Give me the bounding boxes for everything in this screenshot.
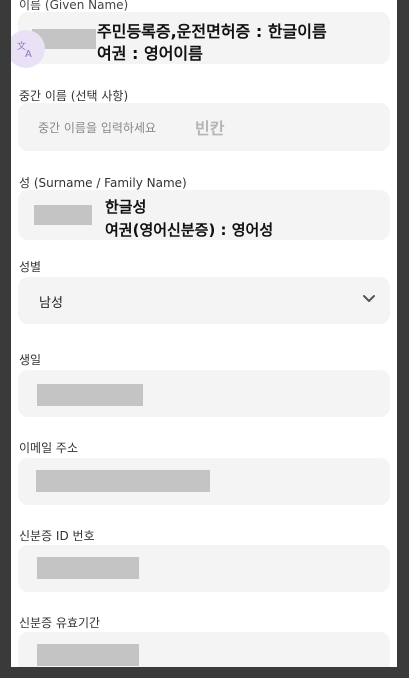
birthday-redaction [37, 384, 143, 406]
id-expiry-redaction [37, 644, 139, 666]
id-expiry-label: 신분증 유효기간 [19, 616, 101, 630]
surname-label: 성 (Surname / Family Name) [19, 176, 187, 190]
middle-name-label: 중간 이름 (선택 사항) [19, 89, 129, 103]
translate-icon: 文 A [17, 40, 32, 59]
surname-redaction [34, 205, 92, 225]
middle-name-placeholder: 중간 이름을 입력하세요 [38, 121, 157, 135]
chevron-down-icon [363, 295, 375, 302]
id-expiry-field[interactable] [18, 632, 390, 667]
middle-name-field[interactable]: 중간 이름을 입력하세요 빈칸 [18, 103, 390, 151]
annotation-surname-line1: 한글성 [105, 198, 147, 216]
birthday-field[interactable] [18, 370, 390, 417]
gender-select[interactable]: 남성 [18, 277, 390, 324]
form-page: 이름 (Given Name) 文 A 주민등록증,운전면허증 : 한글이름 여… [11, 0, 397, 667]
annotation-blank: 빈칸 [195, 119, 225, 138]
email-redaction [36, 470, 210, 492]
annotation-surname-line2: 여권(영어신분증) : 영어성 [105, 221, 274, 239]
id-number-field[interactable] [18, 545, 390, 592]
email-label: 이메일 주소 [19, 441, 79, 455]
id-number-label: 신분증 ID 번호 [19, 529, 95, 543]
annotation-name-line2: 여권 : 영어이름 [97, 44, 203, 63]
id-number-redaction [37, 557, 139, 579]
gender-label: 성별 [19, 260, 42, 274]
svg-text:A: A [25, 49, 32, 59]
email-field[interactable] [18, 458, 390, 505]
birthday-label: 생일 [19, 353, 42, 367]
annotation-name-line1: 주민등록증,운전면허증 : 한글이름 [97, 22, 327, 41]
gender-value: 남성 [39, 296, 63, 311]
